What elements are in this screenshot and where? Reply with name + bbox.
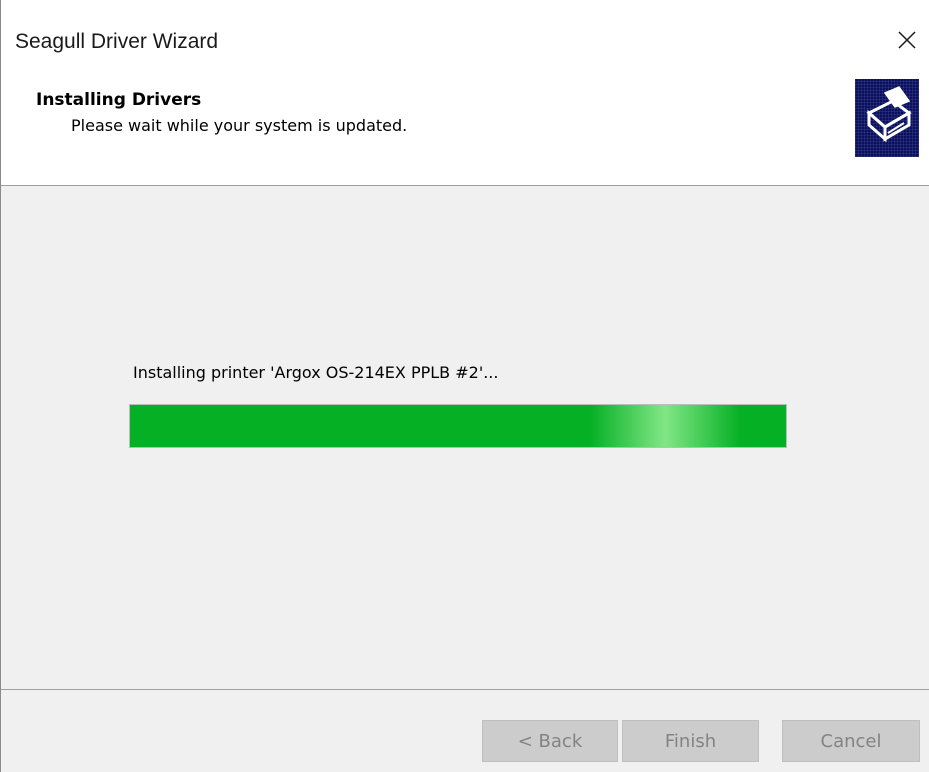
install-progress-bar <box>129 404 787 448</box>
wizard-header: Installing Drivers Please wait while you… <box>1 64 929 186</box>
back-button[interactable]: < Back <box>482 720 618 762</box>
finish-button[interactable]: Finish <box>622 720 759 762</box>
progress-shine <box>590 405 740 447</box>
window-title: Seagull Driver Wizard <box>15 30 219 53</box>
wizard-window: Seagull Driver Wizard Installing Drivers… <box>0 0 929 772</box>
close-icon <box>898 31 916 49</box>
printer-install-icon <box>866 86 912 143</box>
wizard-footer: < Back Finish Cancel <box>1 690 929 772</box>
install-status-text: Installing printer 'Argox OS-214EX PPLB … <box>133 363 499 382</box>
wizard-image <box>855 79 919 157</box>
header-title: Installing Drivers <box>36 90 202 110</box>
header-subtitle: Please wait while your system is updated… <box>71 116 408 135</box>
cancel-button[interactable]: Cancel <box>782 720 920 762</box>
close-button[interactable] <box>884 20 929 60</box>
wizard-body: Installing printer 'Argox OS-214EX PPLB … <box>1 186 929 689</box>
title-bar: Seagull Driver Wizard <box>1 0 929 64</box>
